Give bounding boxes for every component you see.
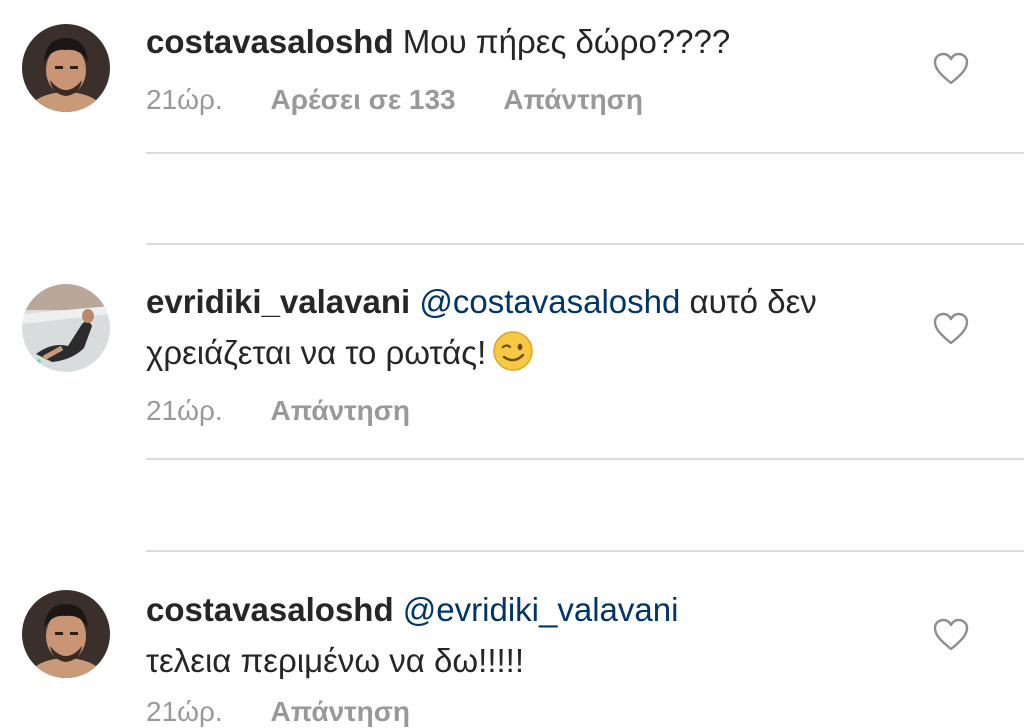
divider bbox=[146, 550, 1024, 552]
comment-text: costavasaloshd @evridiki_valavani τελεια… bbox=[146, 584, 886, 686]
mention-link[interactable]: @costavasaloshd bbox=[419, 283, 680, 320]
divider bbox=[146, 152, 1024, 154]
profile-photo-man-icon bbox=[22, 590, 110, 678]
like-heart-icon[interactable] bbox=[933, 618, 969, 652]
avatar[interactable] bbox=[22, 590, 110, 678]
likes-count-link[interactable]: Αρέσει σε 133 bbox=[271, 84, 456, 115]
timestamp: 21ώρ. bbox=[146, 395, 223, 426]
username-link[interactable]: evridiki_valavani bbox=[146, 283, 410, 320]
profile-photo-man-icon bbox=[22, 24, 110, 112]
timestamp: 21ώρ. bbox=[146, 84, 223, 115]
divider bbox=[146, 243, 1024, 245]
reply-button[interactable]: Απάντηση bbox=[271, 696, 411, 727]
reply-button[interactable]: Απάντηση bbox=[271, 395, 411, 426]
winking-face-emoji-icon bbox=[492, 330, 534, 372]
profile-photo-woman-icon bbox=[22, 284, 110, 372]
like-heart-icon[interactable] bbox=[933, 52, 969, 86]
comment-text: costavasaloshd Μου πήρες δώρο???? bbox=[146, 16, 886, 67]
comment-text: evridiki_valavani @costavasaloshd αυτό δ… bbox=[146, 276, 886, 378]
avatar[interactable] bbox=[22, 24, 110, 112]
comment-meta: 21ώρ. Αρέσει σε 133 Απάντηση bbox=[146, 84, 683, 116]
like-heart-icon[interactable] bbox=[933, 312, 969, 346]
username-link[interactable]: costavasaloshd bbox=[146, 591, 394, 628]
comment-body: Μου πήρες δώρο???? bbox=[402, 23, 731, 60]
username-link[interactable]: costavasaloshd bbox=[146, 23, 394, 60]
timestamp: 21ώρ. bbox=[146, 696, 223, 727]
comment-meta: 21ώρ. Απάντηση bbox=[146, 395, 450, 427]
mention-link[interactable]: @evridiki_valavani bbox=[403, 591, 679, 628]
divider bbox=[146, 458, 1024, 460]
avatar[interactable] bbox=[22, 284, 110, 372]
comment-meta: 21ώρ. Απάντηση bbox=[146, 696, 450, 728]
reply-button[interactable]: Απάντηση bbox=[503, 84, 643, 115]
comment-body: τελεια περιμένω να δω!!!!! bbox=[146, 642, 525, 679]
